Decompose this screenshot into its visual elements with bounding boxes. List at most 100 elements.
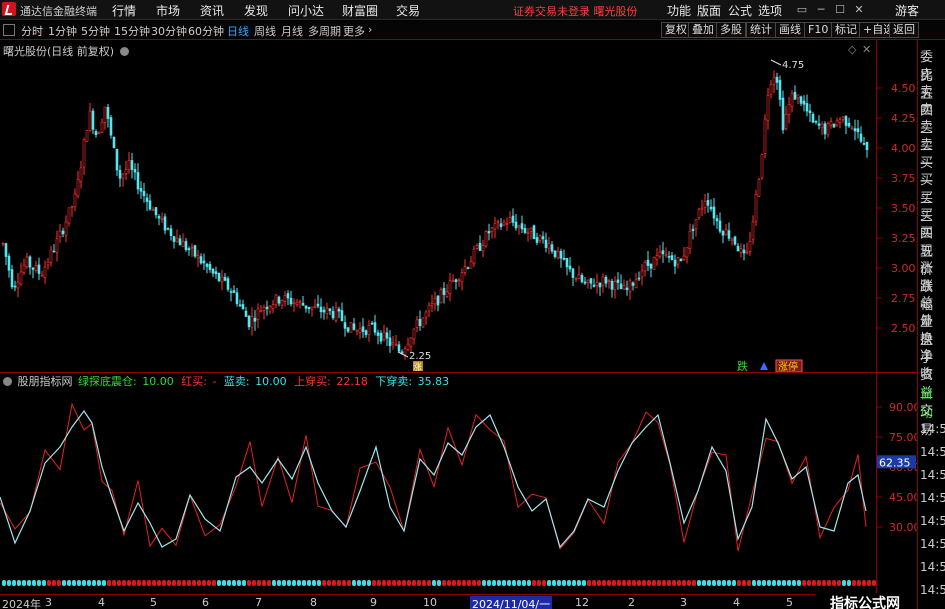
- candle-body: [601, 276, 605, 286]
- multi-stock-button[interactable]: 多股: [716, 22, 746, 38]
- period-intraday[interactable]: 分时: [21, 23, 43, 39]
- period-more[interactable]: 更多: [343, 23, 365, 39]
- signal-dot: [397, 580, 401, 586]
- circle-icon[interactable]: [119, 47, 129, 56]
- candle-body: [763, 118, 767, 154]
- menu-market[interactable]: 市场: [156, 2, 180, 19]
- close-icon[interactable]: ✕: [850, 2, 868, 18]
- draw-line-button[interactable]: 画线: [775, 22, 805, 38]
- date-tick-label: 4: [733, 596, 740, 609]
- candle-body: [718, 220, 722, 232]
- indicator-name[interactable]: 股朋指标网: [18, 375, 73, 388]
- user-guest[interactable]: 游客: [895, 2, 919, 19]
- signal-dot: [612, 580, 616, 586]
- close-panel-icon[interactable]: ✕: [862, 43, 871, 56]
- period-1min[interactable]: 1分钟: [48, 23, 77, 39]
- signal-dot: [152, 580, 156, 586]
- signal-dot: [867, 580, 871, 586]
- circle-icon[interactable]: [3, 377, 12, 386]
- signal-dot: [747, 580, 751, 586]
- candle-body: [256, 308, 260, 320]
- candle-body: [712, 206, 716, 219]
- period-60min[interactable]: 60分钟: [188, 23, 224, 39]
- candle-body: [355, 329, 359, 332]
- period-15min[interactable]: 15分钟: [114, 23, 150, 39]
- candle-body: [262, 307, 266, 311]
- field-value: 10.00: [255, 375, 287, 388]
- candle-body: [274, 294, 278, 305]
- period-weekly[interactable]: 周线: [254, 23, 276, 39]
- field-label: 蓝卖:: [223, 375, 250, 388]
- back-button[interactable]: 返回: [889, 22, 919, 38]
- signal-dot: [807, 580, 811, 586]
- signal-dot: [557, 580, 561, 586]
- menu-trade[interactable]: 交易: [396, 2, 420, 19]
- candle-body: [625, 287, 629, 290]
- period-daily[interactable]: 日线: [227, 23, 249, 39]
- signal-dot: [767, 580, 771, 586]
- signal-dot: [57, 580, 61, 586]
- candle-body: [862, 143, 866, 145]
- menu-options[interactable]: 选项: [758, 2, 782, 19]
- signal-dot: [97, 580, 101, 586]
- candlestick-chart-panel[interactable]: 4.50 4.25 4.00 3.75 3.50 3.25 3.00 2.75 2.50 4.75…: [0, 40, 916, 372]
- candle-body: [40, 275, 44, 277]
- toggle-panel-icon[interactable]: [3, 24, 15, 36]
- candle-body: [466, 267, 470, 269]
- candle-body: [70, 206, 74, 208]
- signal-dot: [672, 580, 676, 586]
- overlay-button[interactable]: 叠加: [688, 22, 718, 38]
- menu-discover[interactable]: 发现: [244, 2, 268, 19]
- menu-news[interactable]: 资讯: [200, 2, 224, 19]
- statistics-button[interactable]: 统计: [746, 22, 776, 38]
- candle-body: [610, 280, 614, 290]
- signal-dot: [757, 580, 761, 586]
- candle-body: [841, 116, 845, 120]
- candle-body: [748, 241, 752, 252]
- menu-formula[interactable]: 公式: [728, 2, 752, 19]
- candle-body: [559, 250, 563, 259]
- indicator-chart[interactable]: 90.0075.0060.0045.0030.0062.35: [0, 389, 917, 594]
- menu-market-quotes[interactable]: 行情: [112, 2, 136, 19]
- adjust-button[interactable]: 复权: [661, 22, 691, 38]
- menu-function[interactable]: 功能: [667, 2, 691, 19]
- menu-ask-xiaoda[interactable]: 问小达: [288, 2, 324, 19]
- maximize-icon[interactable]: ☐: [831, 2, 849, 18]
- diamond-icon[interactable]: ◇: [848, 43, 856, 56]
- signal-dot: [242, 580, 246, 586]
- signal-dot: [572, 580, 576, 586]
- candle-body: [382, 331, 386, 340]
- signal-dot: [852, 580, 856, 586]
- candle-body: [370, 322, 374, 325]
- watermark-site: 指标公式网: [830, 596, 900, 609]
- f10-button[interactable]: F10: [804, 22, 833, 38]
- candle-body: [343, 322, 347, 329]
- period-5min[interactable]: 5分钟: [81, 23, 110, 39]
- candle-body: [151, 209, 155, 211]
- candle-body: [790, 93, 794, 107]
- candle-body: [814, 120, 818, 123]
- restore-icon[interactable]: ─: [812, 2, 830, 18]
- candle-body: [547, 243, 551, 250]
- candle-body: [163, 216, 167, 231]
- candle-body: [7, 255, 11, 271]
- date-tick-label: 8: [310, 596, 317, 609]
- menu-wealth-circle[interactable]: 财富圈: [342, 2, 378, 19]
- period-monthly[interactable]: 月线: [281, 23, 303, 39]
- candlestick-chart[interactable]: 4.50 4.25 4.00 3.75 3.50 3.25 3.00 2.75 2.50 4.75…: [0, 40, 917, 372]
- menu-layout[interactable]: 版面: [697, 2, 721, 19]
- chevron-right-icon[interactable]: ›: [368, 23, 372, 36]
- minimize-icon[interactable]: ▭: [793, 2, 811, 18]
- period-30min[interactable]: 30分钟: [151, 23, 187, 39]
- candle-body: [583, 281, 587, 284]
- candle-body: [109, 117, 113, 136]
- candle-body: [613, 281, 617, 290]
- signal-dot: [2, 580, 6, 586]
- mark-button[interactable]: 标记: [831, 22, 861, 38]
- candle-body: [172, 236, 176, 242]
- candle-body: [421, 317, 425, 328]
- period-multi[interactable]: 多周期: [308, 23, 341, 39]
- candle-body: [487, 231, 491, 234]
- candle-body: [271, 304, 275, 309]
- candle-body: [283, 295, 287, 302]
